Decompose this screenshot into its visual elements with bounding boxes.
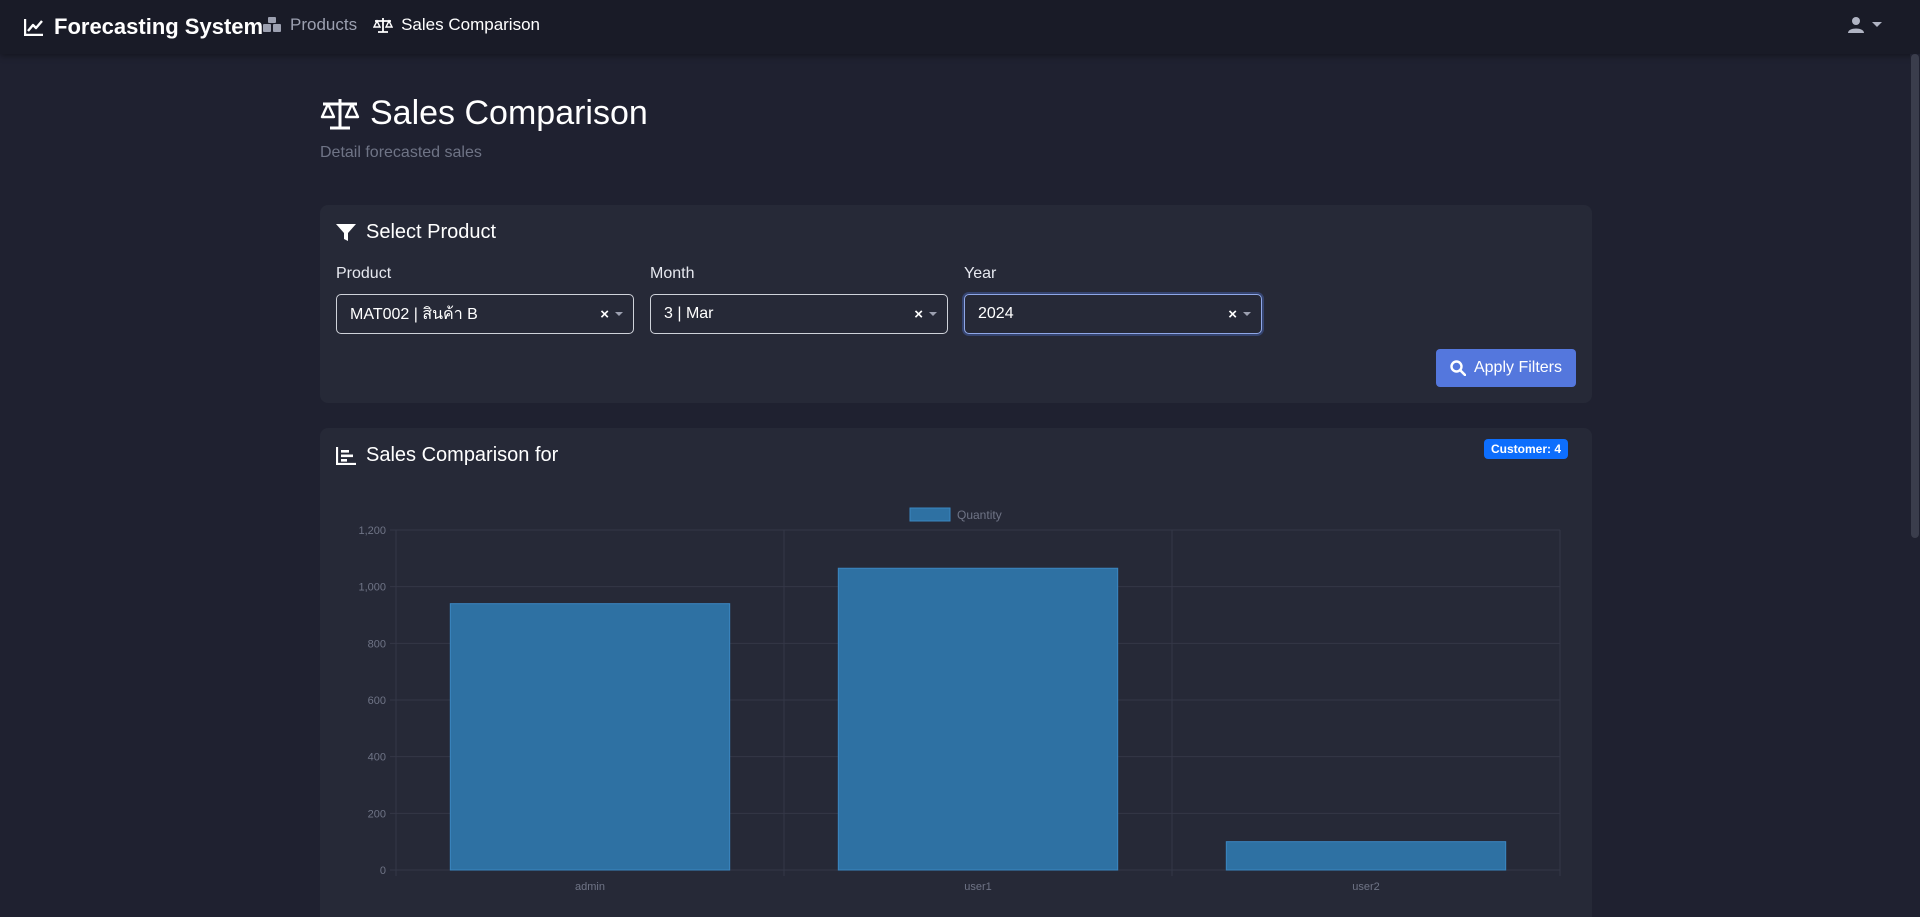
year-field: Year 2024 × bbox=[964, 265, 1262, 334]
product-select-value: MAT002 | สินค้า B bbox=[350, 305, 478, 323]
legend-swatch bbox=[909, 507, 951, 522]
chevron-down-icon bbox=[615, 312, 623, 316]
y-tick-label: 600 bbox=[368, 695, 386, 707]
y-tick-label: 1,200 bbox=[358, 525, 386, 537]
apply-filters-label: Apply Filters bbox=[1473, 359, 1563, 376]
legend-label: Quantity bbox=[957, 508, 1002, 522]
page-subtitle: Detail forecasted sales bbox=[320, 144, 482, 161]
nav-links: Products Sales Comparison bbox=[262, 15, 540, 35]
y-tick-label: 800 bbox=[368, 638, 386, 650]
apply-filters-button[interactable]: Apply Filters bbox=[1436, 349, 1576, 387]
nav-link-products[interactable]: Products bbox=[262, 15, 357, 35]
scrollbar-thumb[interactable] bbox=[1911, 54, 1919, 538]
nav-link-sales-comparison[interactable]: Sales Comparison bbox=[373, 15, 540, 35]
bar-admin bbox=[449, 603, 731, 871]
month-select-value: 3 | Mar bbox=[664, 305, 714, 322]
page-title-text: Sales Comparison bbox=[370, 94, 648, 132]
y-tick-label: 400 bbox=[368, 752, 386, 764]
search-icon bbox=[1450, 360, 1466, 376]
nav-link-sales-comparison-label: Sales Comparison bbox=[401, 15, 540, 34]
x-tick-label: admin bbox=[575, 881, 605, 893]
nav-link-products-label: Products bbox=[290, 15, 358, 34]
product-field: Product MAT002 | สินค้า B × bbox=[336, 265, 634, 334]
chevron-down-icon bbox=[929, 312, 937, 316]
year-label: Year bbox=[964, 265, 997, 282]
chevron-down-icon bbox=[1243, 312, 1251, 316]
brand[interactable]: Forecasting System bbox=[24, 14, 263, 40]
user-icon bbox=[1848, 17, 1864, 33]
user-menu[interactable] bbox=[1848, 16, 1882, 33]
product-select[interactable]: MAT002 | สินค้า B × bbox=[336, 294, 634, 334]
filter-icon bbox=[336, 223, 356, 241]
y-tick-label: 0 bbox=[380, 865, 386, 877]
month-field: Month 3 | Mar × bbox=[650, 265, 948, 334]
clear-icon[interactable]: × bbox=[914, 306, 923, 323]
x-tick-label: user1 bbox=[964, 881, 992, 893]
x-tick-label: user2 bbox=[1352, 881, 1380, 893]
boxes-icon bbox=[263, 17, 281, 32]
bar-user1 bbox=[837, 567, 1119, 871]
page-title: Sales Comparison bbox=[320, 94, 648, 133]
chevron-down-icon bbox=[1872, 22, 1882, 27]
clear-icon[interactable]: × bbox=[600, 306, 609, 323]
product-label: Product bbox=[336, 265, 392, 282]
navbar: Forecasting System Products Sales Compar… bbox=[0, 0, 1920, 54]
bar-user2 bbox=[1225, 841, 1507, 871]
balance-scale-icon bbox=[373, 17, 394, 33]
month-label: Month bbox=[650, 265, 695, 282]
filter-card-title: Select Product bbox=[366, 221, 497, 243]
chart-card: Sales Comparison for Customer: 4 0 200 400… bbox=[320, 428, 1592, 917]
sales-bar-chart: 0 200 400 600 800 1,000 1,200 admin user1 user2 Qu… bbox=[358, 507, 1561, 893]
year-select-value: 2024 bbox=[978, 305, 1014, 322]
balance-scale-icon bbox=[320, 98, 360, 129]
month-select[interactable]: 3 | Mar × bbox=[650, 294, 948, 334]
y-tick-label: 1,000 bbox=[358, 582, 386, 594]
chart-line-icon bbox=[24, 19, 43, 36]
filter-card-header: Select Product bbox=[336, 221, 496, 244]
year-select[interactable]: 2024 × bbox=[964, 294, 1262, 334]
clear-icon[interactable]: × bbox=[1228, 306, 1237, 323]
brand-label: Forecasting System bbox=[54, 14, 264, 39]
filter-card: Select Product Product MAT002 | สินค้า B… bbox=[320, 205, 1592, 403]
y-tick-label: 200 bbox=[368, 808, 386, 820]
